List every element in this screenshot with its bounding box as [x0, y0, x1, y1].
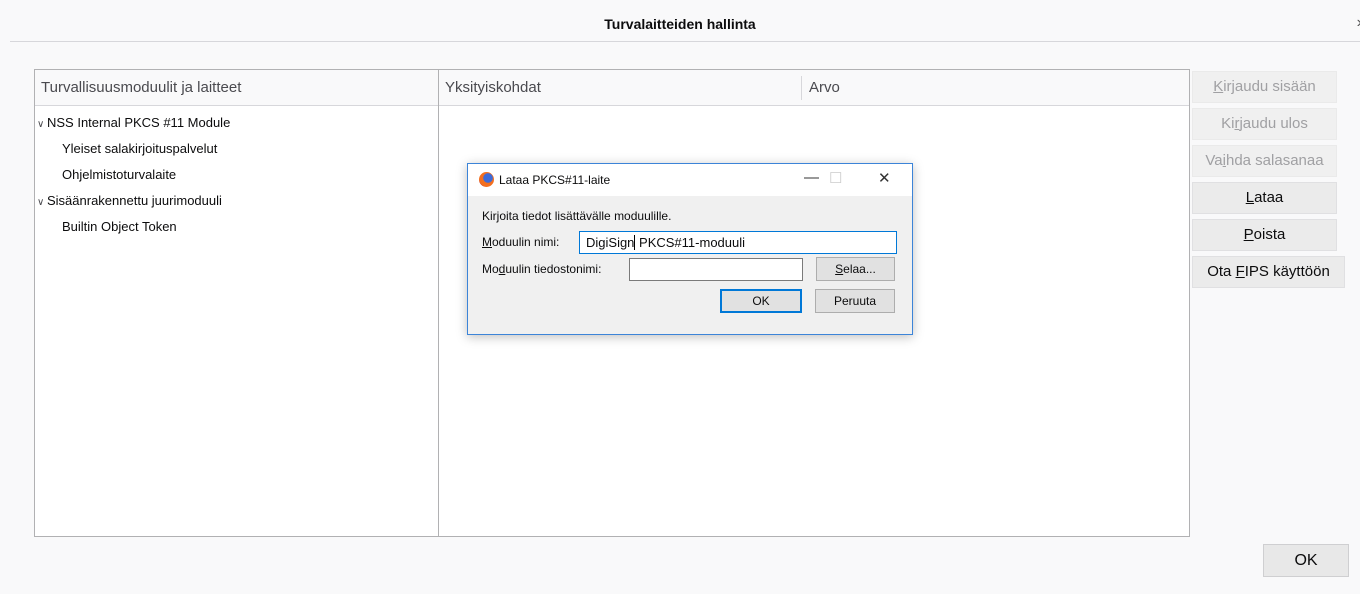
side-button-column: Kirjaudu sisään Kirjaudu ulos Vaihda sal… — [1192, 71, 1345, 293]
firefox-icon — [479, 172, 494, 187]
dialog-cancel-button[interactable]: Peruuta — [815, 289, 895, 313]
tree-column-header[interactable]: Turvallisuusmoduulit ja laitteet — [35, 70, 438, 106]
tree-item-generic-crypto[interactable]: Yleiset salakirjoituspalvelut — [35, 136, 438, 162]
maximize-icon: ☐ — [829, 170, 843, 187]
tree-item-software-token[interactable]: Ohjelmistoturvalaite — [35, 162, 438, 188]
modules-tree: ∨ NSS Internal PKCS #11 Module Yleiset sa… — [35, 106, 438, 240]
browse-button[interactable]: Selaa... — [816, 257, 895, 281]
tree-item-label: Sisäänrakennettu juurimoduuli — [47, 193, 222, 208]
modules-tree-panel: Turvallisuusmoduulit ja laitteet ∨ NSS In… — [34, 69, 439, 537]
tree-item-nss-internal[interactable]: ∨ NSS Internal PKCS #11 Module — [35, 110, 438, 136]
ok-button[interactable]: OK — [1263, 544, 1349, 577]
window-titlebar: Turvalaitteiden hallinta › — [10, 8, 1360, 42]
delete-button[interactable]: Poista — [1192, 219, 1337, 251]
dialog-title: Lataa PKCS#11-laite — [499, 173, 611, 187]
details-column-headers: Yksityiskohdat Arvo — [439, 70, 1189, 106]
chevron-down-icon[interactable]: ∨ — [37, 112, 47, 138]
minimize-icon[interactable]: — — [804, 169, 819, 186]
tree-item-label: NSS Internal PKCS #11 Module — [47, 115, 231, 130]
logout-button[interactable]: Kirjaudu ulos — [1192, 108, 1337, 140]
module-name-label: Moduulin nimi: — [482, 235, 560, 249]
module-name-input[interactable]: DigiSign PKCS#11-moduuli — [579, 231, 897, 254]
login-button[interactable]: Kirjaudu sisään — [1192, 71, 1337, 103]
module-filename-label: Moduulin tiedostonimi: — [482, 262, 602, 276]
tree-item-builtin-roots[interactable]: ∨ Sisäänrakennettu juurimoduuli — [35, 188, 438, 214]
tree-item-label: Yleiset salakirjoituspalvelut — [62, 141, 218, 156]
tree-item-builtin-token[interactable]: Builtin Object Token — [35, 214, 438, 240]
load-button[interactable]: Lataa — [1192, 182, 1337, 214]
enable-fips-button[interactable]: Ota FIPS käyttöön — [1192, 256, 1345, 288]
chevron-down-icon[interactable]: ∨ — [37, 190, 47, 216]
window-title: Turvalaitteiden hallinta — [604, 16, 756, 32]
dialog-titlebar: Lataa PKCS#11-laite — ☐ ✕ — [468, 164, 912, 196]
tree-item-label: Builtin Object Token — [62, 219, 177, 234]
module-filename-input[interactable] — [629, 258, 803, 281]
details-column-header[interactable]: Yksityiskohdat — [445, 79, 541, 96]
close-icon[interactable]: ✕ — [878, 169, 891, 187]
load-device-dialog: Lataa PKCS#11-laite — ☐ ✕ Kirjoita tiedo… — [467, 163, 913, 335]
change-password-button[interactable]: Vaihda salasanaa — [1192, 145, 1337, 177]
value-column-header[interactable]: Arvo — [809, 70, 840, 106]
tree-item-label: Ohjelmistoturvalaite — [62, 167, 177, 182]
dialog-body: Kirjoita tiedot lisättävälle moduulille.… — [468, 196, 912, 330]
dialog-ok-button[interactable]: OK — [720, 289, 802, 313]
dialog-intro: Kirjoita tiedot lisättävälle moduulille. — [482, 209, 672, 223]
column-divider[interactable] — [801, 76, 802, 100]
